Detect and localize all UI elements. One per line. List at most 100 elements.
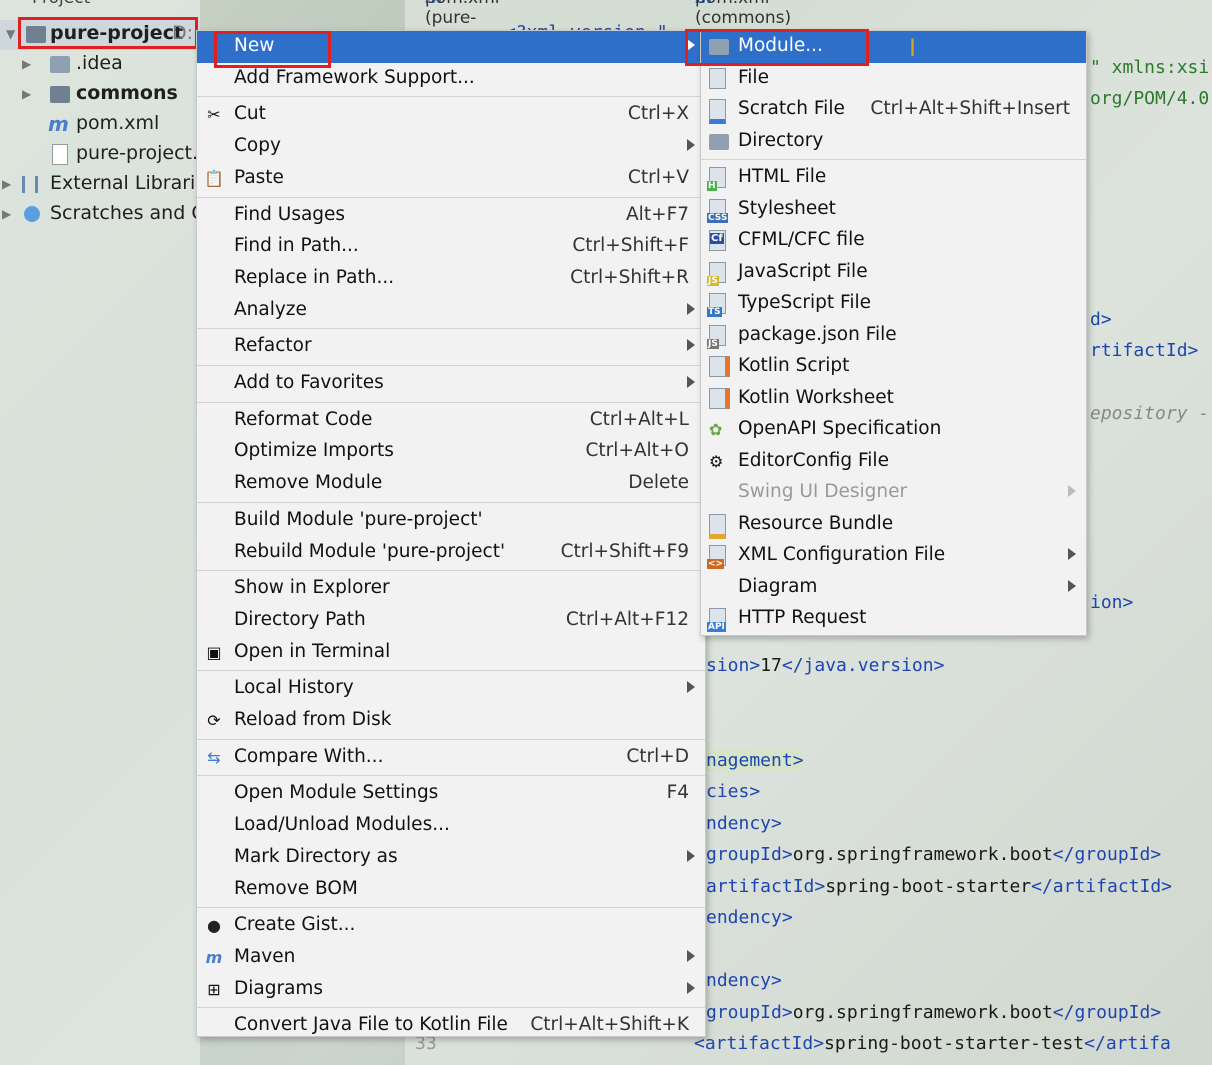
submenu-item-http-request[interactable]: API HTTP Request [701,603,1086,635]
menu-item-convert-java-file-to-kotlin-file[interactable]: Convert Java File to Kotlin File Ctrl+Alt… [197,1010,705,1042]
menu-item-label: CFML/CFC file [738,229,865,250]
submenu-item-file[interactable]: File [701,63,1086,95]
menu-item-refactor[interactable]: Refactor [197,331,705,363]
menu-item-mark-directory-as[interactable]: Mark Directory as [197,842,705,874]
submenu-item-html-file[interactable]: H HTML File [701,162,1086,194]
submenu-item-directory[interactable]: Directory [701,126,1086,158]
submenu-item-stylesheet[interactable]: CSS Stylesheet [701,194,1086,226]
code-artifactid-2: <artifactId>spring-boot-starter-test</ar… [694,1033,1171,1054]
menu-item-find-in-path[interactable]: Find in Path... Ctrl+Shift+F [197,231,705,263]
menu-item-rebuild-module-pure-project[interactable]: Rebuild Module 'pure-project' Ctrl+Shift+… [197,537,705,569]
menu-item-label: Convert Java File to Kotlin File [234,1014,508,1036]
submenu-item-xml-configuration-file[interactable]: <> XML Configuration File [701,540,1086,572]
code-artifactid-close: rtifactId> [1090,340,1199,361]
menu-item-label: Replace in Path... [234,266,395,288]
menu-separator [197,1007,705,1009]
menu-item-directory-path[interactable]: Directory Path Ctrl+Alt+F12 [197,605,705,637]
submenu-item-editorconfig-file[interactable]: ⚙ EditorConfig File [701,446,1086,478]
menu-item-show-in-explorer[interactable]: Show in Explorer [197,573,705,605]
submenu-item-typescript-file[interactable]: TS TypeScript File [701,288,1086,320]
menu-item-paste[interactable]: 📋 Paste Ctrl+V [197,163,705,195]
chevron-right-icon[interactable]: ▶ [22,57,31,71]
menu-item-shortcut: Ctrl+Alt+Shift+Insert [870,98,1070,119]
menu-item-label: Open in Terminal [234,640,391,662]
reload-icon: ⟳ [207,711,221,730]
highlight-box-module [685,29,869,66]
tree-item-idea[interactable]: ▶ .idea [0,50,200,80]
terminal-icon: ▣ [206,642,222,662]
menu-item-open-in-terminal[interactable]: ▣ Open in Terminal [197,637,705,669]
openapi-icon: ✿ [709,420,723,439]
submenu-item-cfml-cfc-file[interactable]: Cf CFML/CFC file [701,225,1086,257]
menu-item-label: HTTP Request [738,607,867,628]
menu-item-remove-module[interactable]: Remove Module Delete [197,468,705,500]
menu-item-copy[interactable]: Copy [197,131,705,163]
menu-item-label: Scratch File [738,98,845,119]
submenu-arrow-icon [687,981,695,994]
menu-item-label: Open Module Settings [234,782,439,804]
chevron-right-icon[interactable]: ▶ [22,87,31,101]
menu-item-compare-with[interactable]: ⇆ Compare With... Ctrl+D [197,742,705,774]
submenu-item-scratch-file[interactable]: Scratch File Ctrl+Alt+Shift+Insert [701,94,1086,126]
file-icon [709,67,726,89]
http-request-icon: API [707,608,726,632]
menu-item-label: Reload from Disk [234,709,392,730]
menu-item-optimize-imports[interactable]: Optimize Imports Ctrl+Alt+O [197,436,705,468]
menu-item-label: Directory [738,129,824,151]
chevron-right-icon[interactable]: ▶ [2,207,11,221]
tree-item-iml[interactable]: pure-project.i [0,140,203,170]
menu-item-label: Add to Favorites [234,372,384,393]
text-cursor-icon: I [909,34,917,62]
menu-item-shortcut: Ctrl+D [626,745,689,767]
chevron-right-icon[interactable]: ▶ [2,177,11,191]
menu-item-local-history[interactable]: Local History [197,673,705,705]
project-panel: Project ▼ pure-project D: ▶ .idea ▶ comm… [0,0,217,1065]
menu-item-label: Resource Bundle [738,512,894,534]
menu-item-reformat-code[interactable]: Reformat Code Ctrl+Alt+L [197,405,705,437]
close-icon[interactable]: ✕ [425,0,439,8]
menu-item-label: Find Usages [234,203,346,225]
submenu-item-javascript-file[interactable]: JS JavaScript File [701,257,1086,289]
menu-item-label: JavaScript File [738,260,868,282]
chevron-down-icon[interactable]: ▼ [6,27,15,41]
typescript-file-badge: TS [707,307,722,317]
scratch-file-icon [709,99,726,124]
kotlin-script-icon [709,356,730,377]
menu-item-open-module-settings[interactable]: Open Module Settings F4 [197,778,705,810]
tree-item-scratches[interactable]: ▶ Scratches and Co [0,200,216,230]
menu-item-analyze[interactable]: Analyze [197,295,705,327]
menu-item-reload-from-disk[interactable]: ⟳ Reload from Disk [197,705,705,737]
menu-item-label: Diagrams [234,977,324,999]
submenu-item-package-json-file[interactable]: JS package.json File [701,320,1086,352]
menu-item-add-to-favorites[interactable]: Add to Favorites [197,368,705,400]
menu-item-label: package.json File [738,323,897,345]
menu-item-build-module-pure-project[interactable]: Build Module 'pure-project' [197,505,705,537]
code-ndency-2: ndency> [706,970,782,991]
tree-item-external-libraries[interactable]: ▶ External Libraries [0,170,217,200]
menu-item-load-unload-modules[interactable]: Load/Unload Modules... [197,810,705,842]
menu-separator [701,159,1086,160]
menu-item-create-gist[interactable]: ● Create Gist... [197,910,705,942]
menu-item-diagrams[interactable]: ⊞ Diagrams [197,974,705,1006]
code-pom-url: org/POM/4.0 [1090,88,1210,109]
menu-item-label: Remove Module [234,472,383,494]
menu-item-find-usages[interactable]: Find Usages Alt+F7 [197,200,705,232]
typescript-file-icon: TS [707,293,726,317]
submenu-item-diagram[interactable]: Diagram [701,572,1086,604]
menu-item-replace-in-path[interactable]: Replace in Path... Ctrl+Shift+R [197,263,705,295]
tree-item-pom-xml[interactable]: m pom.xml [0,110,200,140]
submenu-item-resource-bundle[interactable]: Resource Bundle [701,509,1086,541]
menu-item-label: Add Framework Support... [234,66,475,88]
submenu-item-kotlin-worksheet[interactable]: Kotlin Worksheet [701,383,1086,415]
javascript-file-icon: JS [707,261,726,286]
tree-item-commons[interactable]: ▶ commons [0,80,200,110]
highlight-box-new [214,31,331,68]
menu-item-maven[interactable]: m Maven [197,942,705,974]
menu-item-remove-bom[interactable]: Remove BOM [197,874,705,906]
menu-separator [197,570,705,572]
menu-item-label: Local History [234,677,354,699]
menu-item-cut[interactable]: ✂ Cut Ctrl+X [197,99,705,131]
submenu-item-openapi-specification[interactable]: ✿ OpenAPI Specification [701,414,1086,446]
menu-item-label: File [738,66,769,88]
submenu-item-kotlin-script[interactable]: Kotlin Script [701,351,1086,383]
